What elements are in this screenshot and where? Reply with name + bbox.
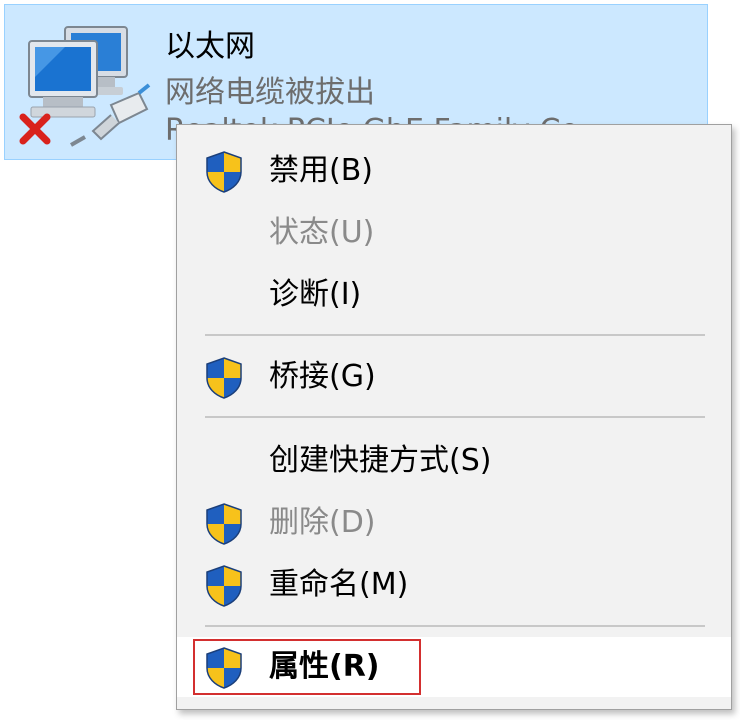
uac-shield-icon: [206, 565, 242, 607]
red-x-icon: [19, 113, 51, 145]
menu-item-label: 状态(U): [269, 215, 375, 250]
menu-item-delete[interactable]: 删除(D): [177, 493, 731, 553]
menu-item-label: 桥接(G): [269, 359, 376, 394]
menu-separator: [205, 334, 705, 336]
uac-shield-icon: [206, 357, 242, 399]
uac-shield-icon: [206, 151, 242, 193]
uac-shield-icon: [206, 503, 242, 545]
menu-item-rename[interactable]: 重命名(M): [177, 555, 731, 615]
menu-item-bridge[interactable]: 桥接(G): [177, 347, 731, 407]
menu-item-label: 删除(D): [269, 505, 376, 540]
menu-item-disable[interactable]: 禁用(B): [177, 141, 731, 201]
menu-separator: [205, 416, 705, 418]
adapter-name: 以太网: [165, 29, 255, 64]
menu-item-diagnose[interactable]: 诊断(I): [177, 265, 731, 325]
menu-item-label: 禁用(B): [269, 153, 373, 188]
menu-item-label: 重命名(M): [269, 567, 409, 602]
menu-separator: [205, 625, 705, 627]
adapter-status: 网络电缆被拔出: [165, 75, 375, 110]
menu-item-status[interactable]: 状态(U): [177, 203, 731, 263]
menu-item-label: 诊断(I): [269, 277, 362, 312]
menu-item-create-shortcut[interactable]: 创建快捷方式(S): [177, 431, 731, 491]
highlight-box: [193, 639, 421, 695]
menu-item-label: 创建快捷方式(S): [269, 443, 492, 478]
context-menu: 禁用(B) 状态(U) 诊断(I) 桥接(G) 创建快捷方式(S) 删除(D): [176, 124, 732, 710]
